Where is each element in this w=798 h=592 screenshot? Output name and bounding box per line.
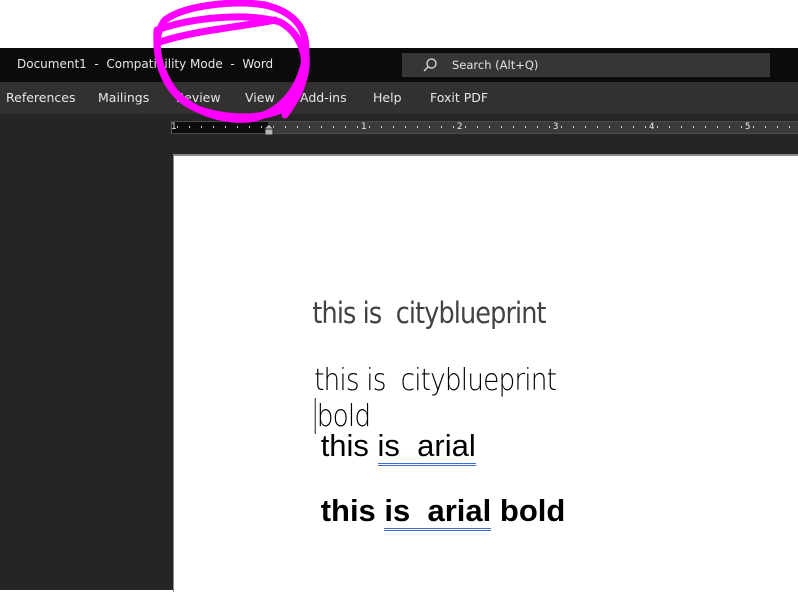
ruler-number: 5 (745, 122, 751, 132)
search-placeholder: Search (Alt+Q) (452, 58, 539, 72)
text-run: bold (491, 493, 566, 528)
ruler-number: 2 (457, 122, 463, 132)
ruler-tick (405, 126, 406, 128)
ruler-tick (177, 126, 178, 128)
top-margin (0, 0, 798, 48)
ruler-tick (777, 126, 778, 128)
ruler-tick (753, 126, 754, 128)
ruler-tick (633, 126, 634, 128)
search-icon (423, 58, 437, 72)
grammar-underline[interactable]: is arial (384, 493, 492, 531)
search-box[interactable]: Search (Alt+Q) (402, 53, 770, 77)
tab-review[interactable]: Review (176, 90, 221, 105)
text-run: this (320, 493, 385, 528)
ruler-tick (297, 126, 298, 128)
ruler-tick (741, 126, 742, 128)
ruler-tick (789, 126, 790, 128)
ribbon-tabs: References Mailings Review View Add-ins … (0, 82, 798, 114)
ruler-tick (453, 126, 454, 128)
ruler-tick (717, 126, 718, 128)
ruler-tick (669, 126, 670, 128)
ruler-tick (225, 126, 226, 128)
ruler-tick (537, 126, 538, 128)
ruler-tick (417, 126, 418, 128)
ruler-tick (465, 126, 466, 128)
ruler-tick (393, 126, 394, 128)
ruler-tick (609, 126, 610, 128)
ruler-tick (477, 126, 478, 128)
indent-marker[interactable] (264, 124, 274, 136)
ruler-number: 1 (171, 122, 177, 132)
ruler-tick (285, 126, 286, 128)
ruler-tick (549, 126, 550, 128)
document-canvas: this is cityblueprint this is citybluepr… (0, 154, 798, 592)
ruler-tick (345, 126, 346, 128)
tab-references[interactable]: References (6, 90, 75, 105)
ruler-number: 3 (553, 122, 559, 132)
tab-help[interactable]: Help (373, 90, 402, 105)
ruler-tick (597, 126, 598, 128)
ruler-tick (429, 126, 430, 128)
ruler-tick (729, 126, 730, 128)
document-page[interactable]: this is cityblueprint this is citybluepr… (173, 154, 798, 592)
ruler-tick (309, 126, 310, 128)
ruler-tick (321, 126, 322, 128)
ruler-tick (693, 126, 694, 128)
ruler-tick (189, 126, 190, 128)
ruler-tick (381, 126, 382, 128)
window-title: Document1 - Compatibility Mode - Word (17, 57, 274, 71)
ruler-left-margin (171, 122, 268, 133)
text-run: this is cityblueprint (312, 296, 546, 330)
ruler-tick (621, 126, 622, 128)
ruler-tick (249, 126, 250, 128)
ruler-number: 1 (361, 122, 367, 132)
ruler-tick (213, 126, 214, 128)
ruler-tick (681, 126, 682, 128)
tab-mailings[interactable]: Mailings (98, 90, 149, 105)
ruler-number: 4 (649, 122, 655, 132)
ruler-tick (357, 126, 358, 128)
ruler-tick (561, 126, 562, 128)
ruler-tick (333, 126, 334, 128)
ruler-tick (513, 126, 514, 128)
text-line-arial-bold[interactable]: this is arial bold (269, 457, 565, 565)
ruler-tick (489, 126, 490, 128)
ruler-tick (369, 126, 370, 128)
ruler-tick (657, 126, 658, 128)
tab-view[interactable]: View (245, 90, 275, 105)
ruler-tick (765, 126, 766, 128)
ruler-tick (525, 126, 526, 128)
tab-foxit-pdf[interactable]: Foxit PDF (430, 90, 488, 105)
ruler-tick (261, 126, 262, 128)
ruler-tick (501, 126, 502, 128)
ruler-tick (705, 126, 706, 128)
ruler-tick (441, 126, 442, 128)
ruler-tick (201, 126, 202, 128)
title-bar: Document1 - Compatibility Mode - Word Se… (0, 48, 798, 82)
ruler-tick (645, 126, 646, 128)
ruler-tick (573, 126, 574, 128)
ruler-area: 1 1 2 3 4 5 (0, 114, 798, 154)
tab-add-ins[interactable]: Add-ins (300, 90, 347, 105)
ruler-tick (237, 126, 238, 128)
ruler-tick (585, 126, 586, 128)
